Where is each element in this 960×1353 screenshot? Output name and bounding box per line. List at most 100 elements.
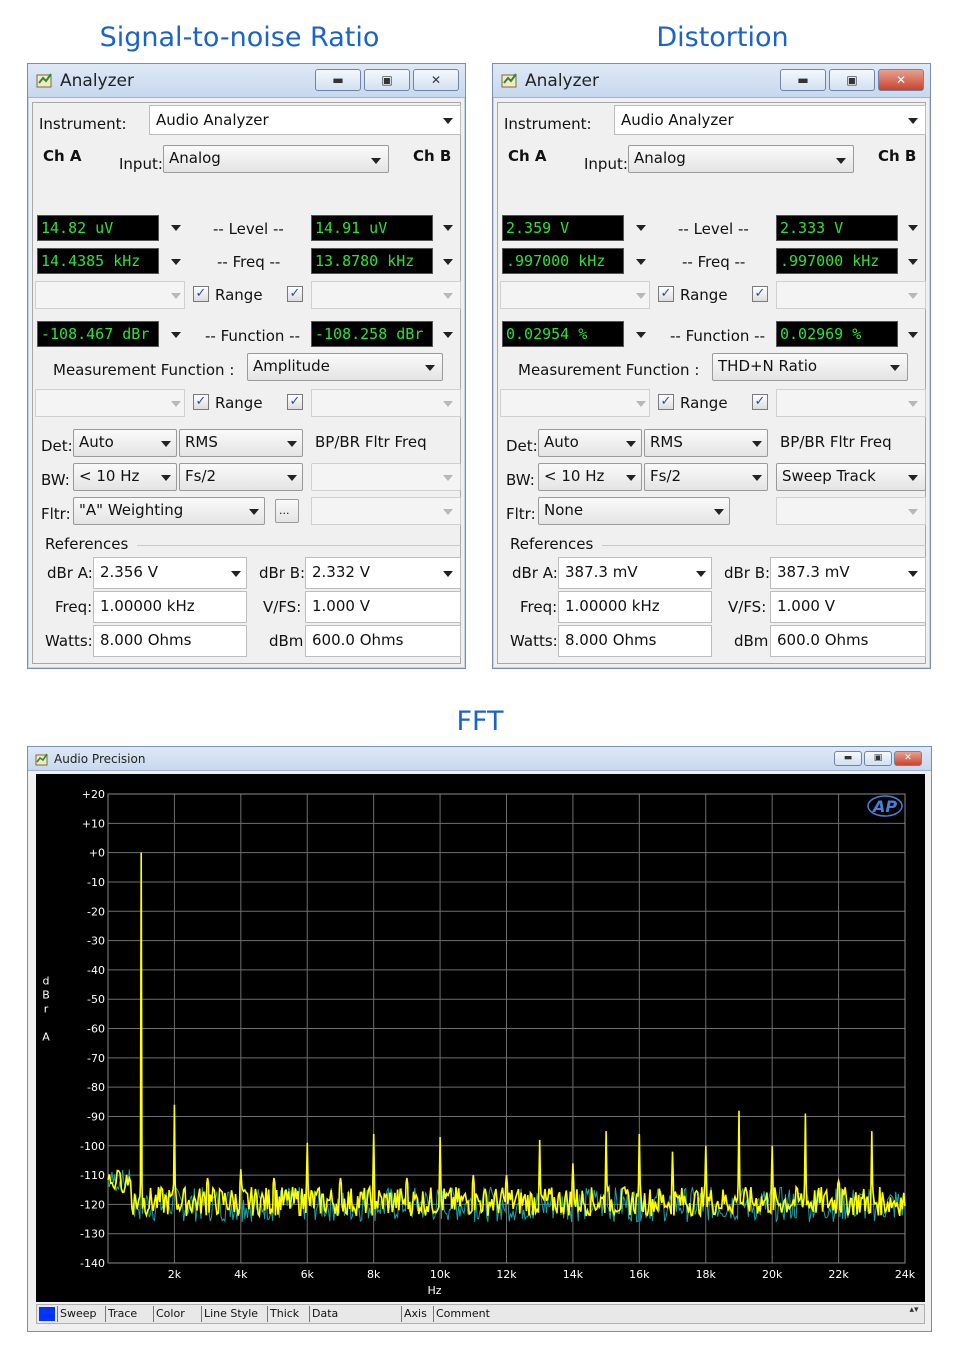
range-a-checkbox[interactable]: ✓	[193, 286, 209, 302]
dbra-dropdown-icon[interactable]	[231, 571, 241, 577]
rms-select[interactable]: RMS	[644, 429, 768, 457]
instrument-dropdown-icon[interactable]	[908, 118, 918, 124]
bpbr-value-field	[311, 497, 461, 525]
rms-dropdown-icon[interactable]	[287, 441, 297, 447]
references-label: References	[45, 535, 129, 553]
level-b-dropdown-icon[interactable]	[908, 225, 918, 231]
dbrb-dropdown-icon[interactable]	[443, 571, 453, 577]
det-dropdown-icon[interactable]	[626, 441, 636, 447]
instrument-dropdown-icon[interactable]	[443, 118, 453, 124]
dbra-dropdown-icon[interactable]	[696, 571, 706, 577]
level-a-dropdown-icon[interactable]	[171, 225, 181, 231]
range-a-checkbox[interactable]: ✓	[658, 286, 674, 302]
tab-line-style[interactable]: Line Style	[201, 1306, 258, 1322]
range2-a-checkbox[interactable]: ✓	[658, 394, 674, 410]
freq-ref-field[interactable]: 1.00000 kHz	[93, 591, 247, 623]
y-tick-label: -90	[87, 1110, 105, 1123]
fltr-dropdown-icon[interactable]	[714, 509, 724, 515]
sweep-track-dropdown-icon[interactable]	[908, 475, 918, 481]
fft-close-button[interactable]: ✕	[894, 751, 922, 766]
tab-sweep[interactable]: Sweep	[57, 1306, 97, 1322]
instrument-select[interactable]: Audio Analyzer	[614, 105, 926, 135]
dbra-field[interactable]: 2.356 V	[93, 557, 247, 589]
dbra-field[interactable]: 387.3 mV	[558, 557, 712, 589]
tab-bar-scroll-icon[interactable]: ▴▾	[908, 1306, 920, 1322]
freq-a-dropdown-icon[interactable]	[636, 259, 646, 265]
maximize-button[interactable]: ▣	[829, 69, 875, 91]
range2-b-checkbox[interactable]: ✓	[752, 394, 768, 410]
rms-select[interactable]: RMS	[179, 429, 303, 457]
measurement-function-dropdown-icon[interactable]	[425, 365, 435, 371]
fs-select[interactable]: Fs/2	[644, 463, 768, 491]
range-b-checkbox[interactable]: ✓	[752, 286, 768, 302]
sweep-track-select[interactable]	[311, 463, 461, 491]
input-dropdown-icon[interactable]	[836, 158, 846, 164]
minimize-button[interactable]: ▬	[315, 69, 361, 91]
freq-ref-field[interactable]: 1.00000 kHz	[558, 591, 712, 623]
minimize-button[interactable]: ▬	[780, 69, 826, 91]
tab-comment[interactable]: Comment	[433, 1306, 490, 1322]
fs-select[interactable]: Fs/2	[179, 463, 303, 491]
input-select[interactable]: Analog	[628, 145, 854, 173]
freq-b-dropdown-icon[interactable]	[908, 259, 918, 265]
watts-field[interactable]: 8.000 Ohms	[558, 625, 712, 657]
bw-dropdown-icon[interactable]	[626, 475, 636, 481]
range-b-field	[776, 281, 926, 309]
watts-field[interactable]: 8.000 Ohms	[93, 625, 247, 657]
fft-heading: FFT	[456, 706, 504, 737]
level-a-dropdown-icon[interactable]	[636, 225, 646, 231]
fft-minimize-button[interactable]: ▬	[834, 751, 862, 766]
fs-dropdown-icon[interactable]	[287, 475, 297, 481]
freq-b-dropdown-icon[interactable]	[443, 259, 453, 265]
bw-dropdown-icon[interactable]	[161, 475, 171, 481]
tab-thick[interactable]: Thick	[267, 1306, 299, 1322]
tab-axis[interactable]: Axis	[401, 1306, 427, 1322]
window-titlebar[interactable]: Analyzer ▬ ▣ ✕	[28, 64, 465, 98]
tab-color[interactable]: Color	[153, 1306, 185, 1322]
function-a-dropdown-icon[interactable]	[636, 332, 646, 338]
window-titlebar[interactable]: Analyzer ▬ ▣ ✕	[493, 64, 930, 98]
measurement-function-select[interactable]: Amplitude	[247, 353, 443, 381]
instrument-select[interactable]: Audio Analyzer	[149, 105, 461, 135]
dbrb-field[interactable]: 387.3 mV	[770, 557, 926, 589]
function-b-dropdown-icon[interactable]	[908, 332, 918, 338]
vfs-field[interactable]: 1.000 V	[305, 591, 461, 623]
freq-b-value: .997000 kHz	[780, 252, 880, 270]
input-dropdown-icon[interactable]	[371, 158, 381, 164]
fltr-select[interactable]: None	[538, 497, 730, 525]
dbm-field[interactable]: 600.0 Ohms	[305, 625, 461, 657]
range2-a-field	[500, 389, 650, 417]
fs-dropdown-icon[interactable]	[752, 475, 762, 481]
dbrb-dropdown-icon[interactable]	[908, 571, 918, 577]
range2-b-checkbox[interactable]: ✓	[287, 394, 303, 410]
measurement-function-dropdown-icon[interactable]	[890, 365, 900, 371]
fft-maximize-button[interactable]: ▣	[864, 751, 892, 766]
close-button[interactable]: ✕	[413, 69, 459, 91]
dbrb-field[interactable]: 2.332 V	[305, 557, 461, 589]
rms-dropdown-icon[interactable]	[752, 441, 762, 447]
input-select[interactable]: Analog	[163, 145, 389, 173]
freq-b-meter: .997000 kHz	[776, 248, 898, 274]
sweep-track-dropdown-icon[interactable]	[443, 475, 453, 481]
sweep-track-select[interactable]: Sweep Track	[776, 463, 926, 491]
fltr-dropdown-icon[interactable]	[249, 509, 259, 515]
fltr-select[interactable]: "A" Weighting	[73, 497, 265, 525]
level-b-meter: 14.91 uV	[311, 215, 433, 241]
fltr-more-button[interactable]: ...	[275, 499, 299, 523]
measurement-function-select[interactable]: THD+N Ratio	[712, 353, 908, 381]
function-b-dropdown-icon[interactable]	[443, 332, 453, 338]
level-b-dropdown-icon[interactable]	[443, 225, 453, 231]
freq-a-dropdown-icon[interactable]	[171, 259, 181, 265]
range-b-checkbox[interactable]: ✓	[287, 286, 303, 302]
close-button[interactable]: ✕	[878, 69, 924, 91]
vfs-label: V/FS:	[728, 598, 767, 616]
tab-trace[interactable]: Trace	[105, 1306, 137, 1322]
function-a-dropdown-icon[interactable]	[171, 332, 181, 338]
range2-a-checkbox[interactable]: ✓	[193, 394, 209, 410]
fft-titlebar[interactable]: Audio Precision ▬ ▣ ✕	[28, 747, 931, 771]
tab-data[interactable]: Data	[309, 1306, 338, 1322]
maximize-button[interactable]: ▣	[364, 69, 410, 91]
vfs-field[interactable]: 1.000 V	[770, 591, 926, 623]
det-dropdown-icon[interactable]	[161, 441, 171, 447]
dbm-field[interactable]: 600.0 Ohms	[770, 625, 926, 657]
